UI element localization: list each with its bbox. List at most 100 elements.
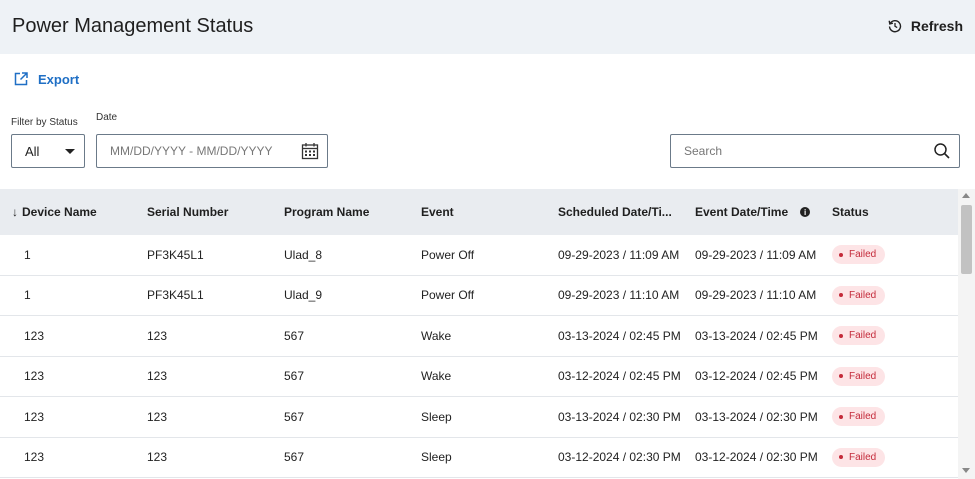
cell-event: Power Off [421, 288, 475, 303]
status-filter-value: All [25, 143, 40, 159]
cell-event: Sleep [421, 409, 452, 424]
column-header-label: Device Name [22, 205, 97, 219]
status-badge-label: Failed [849, 330, 877, 342]
scroll-down-arrow-icon[interactable] [962, 468, 970, 473]
power-status-table: ↓ Device Name Serial Number Program Name… [0, 189, 958, 479]
status-badge: Failed [832, 447, 886, 467]
cell-event: Sleep [421, 450, 452, 465]
column-header-status[interactable]: Status [832, 205, 958, 219]
status-dot-icon [839, 293, 843, 298]
column-header-label: Event Date/Time [695, 205, 789, 219]
cell-status: Failed [832, 285, 958, 305]
cell-status: Failed [832, 366, 958, 386]
cell-event: Wake [421, 369, 452, 384]
cell-device-name: 123 [24, 450, 45, 465]
cell-event-date: 03-13-2024 / 02:45 PM [695, 328, 818, 343]
top-bar: Power Management Status Refresh [0, 0, 975, 54]
cell-program-name: 567 [284, 450, 305, 465]
status-dot-icon [839, 414, 843, 419]
column-header-scheduled-date[interactable]: Scheduled Date/Ti... [558, 205, 695, 219]
calendar-icon[interactable] [301, 142, 319, 160]
date-filter-label: Date [96, 112, 118, 123]
chevron-down-icon [65, 148, 75, 154]
table-row[interactable]: 1 PF3K45L1 Ulad_9 Power Off 09-29-2023 /… [0, 276, 958, 316]
cell-program-name: 567 [284, 369, 305, 384]
column-header-device-name[interactable]: ↓ Device Name [0, 205, 147, 219]
cell-event: Wake [421, 328, 452, 343]
refresh-icon [888, 20, 902, 33]
cell-status: Failed [832, 407, 958, 427]
search-icon[interactable] [933, 142, 951, 160]
cell-scheduled-date: 09-29-2023 / 11:10 AM [558, 288, 680, 303]
table-scrollbar[interactable] [958, 189, 975, 479]
status-filter-label: Filter by Status [11, 117, 78, 128]
status-dot-icon [839, 374, 843, 379]
cell-scheduled-date: 03-13-2024 / 02:45 PM [558, 328, 681, 343]
table-row[interactable]: 123 123 567 Sleep 03-12-2024 / 02:30 PM … [0, 438, 958, 478]
search-input[interactable] [684, 144, 914, 158]
status-badge-label: Failed [849, 451, 877, 463]
cell-device-name: 1 [24, 288, 31, 303]
cell-serial-number: 123 [147, 450, 168, 465]
cell-event-date: 09-29-2023 / 11:09 AM [695, 247, 817, 262]
status-badge-label: Failed [849, 411, 877, 423]
column-header-event-date[interactable]: Event Date/Time i [695, 205, 832, 219]
status-badge: Failed [832, 366, 886, 386]
status-filter-dropdown[interactable]: All [11, 134, 85, 168]
info-icon[interactable]: i [800, 207, 811, 217]
cell-serial-number: 123 [147, 409, 168, 424]
column-header-program-name[interactable]: Program Name [284, 205, 421, 219]
scrollbar-thumb[interactable] [961, 205, 972, 274]
cell-serial-number: 123 [147, 369, 168, 384]
status-dot-icon [839, 455, 843, 460]
table-row[interactable]: 1 PF3K45L1 Ulad_8 Power Off 09-29-2023 /… [0, 235, 958, 276]
status-badge: Failed [832, 245, 886, 265]
status-dot-icon [839, 333, 843, 338]
cell-serial-number: 123 [147, 328, 168, 343]
table-row[interactable]: 123 123 567 Wake 03-12-2024 / 02:45 PM 0… [0, 357, 958, 397]
cell-device-name: 123 [24, 369, 45, 384]
arrow-down-icon: ↓ [12, 205, 18, 219]
export-button[interactable]: Export [13, 71, 79, 87]
cell-program-name: Ulad_9 [284, 288, 323, 303]
cell-scheduled-date: 03-12-2024 / 02:30 PM [558, 450, 681, 465]
table-header: ↓ Device Name Serial Number Program Name… [0, 189, 958, 235]
refresh-button[interactable]: Refresh [887, 18, 963, 34]
cell-event-date: 09-29-2023 / 11:10 AM [695, 288, 817, 303]
search-box[interactable] [670, 134, 960, 168]
page-title: Power Management Status [12, 15, 254, 37]
cell-program-name: 567 [284, 328, 305, 343]
cell-status: Failed [832, 447, 958, 467]
cell-event-date: 03-12-2024 / 02:45 PM [695, 369, 818, 384]
date-range-picker[interactable]: MM/DD/YYYY - MM/DD/YYYY [96, 134, 328, 168]
refresh-label: Refresh [910, 18, 963, 34]
column-header-event[interactable]: Event [421, 205, 558, 219]
status-badge-label: Failed [849, 249, 877, 261]
status-badge: Failed [832, 407, 886, 427]
cell-status: Failed [832, 326, 958, 346]
cell-serial-number: PF3K45L1 [147, 247, 204, 262]
cell-program-name: 567 [284, 409, 305, 424]
cell-device-name: 1 [24, 247, 31, 262]
table-row[interactable]: 123 123 567 Wake 03-13-2024 / 02:45 PM 0… [0, 316, 958, 357]
date-range-placeholder: MM/DD/YYYY - MM/DD/YYYY [110, 144, 273, 158]
cell-scheduled-date: 03-13-2024 / 02:30 PM [558, 409, 681, 424]
status-dot-icon [839, 252, 843, 257]
status-badge-label: Failed [849, 370, 877, 382]
cell-status: Failed [832, 245, 958, 265]
cell-scheduled-date: 03-12-2024 / 02:45 PM [558, 369, 681, 384]
scroll-up-arrow-icon[interactable] [962, 193, 970, 198]
column-header-serial-number[interactable]: Serial Number [147, 205, 284, 219]
cell-program-name: Ulad_8 [284, 247, 323, 262]
cell-event-date: 03-13-2024 / 02:30 PM [695, 409, 818, 424]
cell-event: Power Off [421, 247, 475, 262]
status-badge-label: Failed [849, 289, 877, 301]
status-badge: Failed [832, 285, 886, 305]
cell-device-name: 123 [24, 328, 45, 343]
cell-device-name: 123 [24, 409, 45, 424]
table-row[interactable]: 123 123 567 Sleep 03-13-2024 / 02:30 PM … [0, 397, 958, 438]
cell-event-date: 03-12-2024 / 02:30 PM [695, 450, 818, 465]
export-label: Export [38, 71, 80, 87]
external-link-icon [14, 72, 28, 86]
cell-serial-number: PF3K45L1 [147, 288, 204, 303]
